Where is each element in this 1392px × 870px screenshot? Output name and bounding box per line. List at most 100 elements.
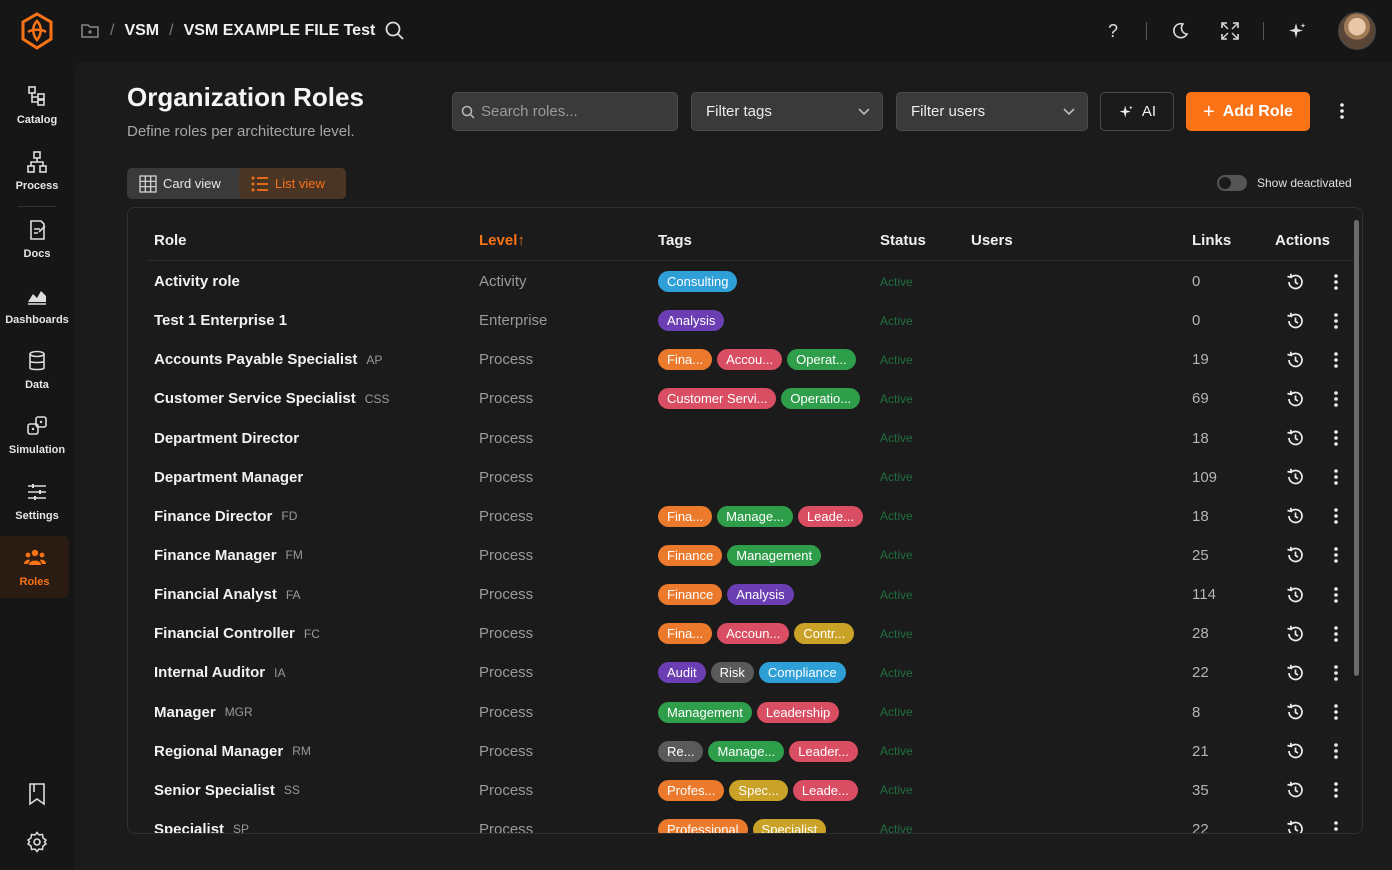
sidebar-item-dashboards[interactable]: Dashboards <box>0 274 74 336</box>
role-name[interactable]: Test 1 Enterprise 1 <box>154 301 287 340</box>
table-row[interactable]: Department Manager Process Active 109 <box>128 458 1348 497</box>
table-row[interactable]: Finance Manager FM Process Finance Managemen… <box>128 536 1348 575</box>
more-options-icon[interactable] <box>1327 653 1345 692</box>
show-deactivated-toggle[interactable] <box>1217 175 1247 191</box>
column-header-tags[interactable]: Tags <box>658 232 692 249</box>
sidebar-item-data[interactable]: Data <box>0 339 74 401</box>
tag-badge[interactable]: Leadership <box>756 701 840 723</box>
role-name[interactable]: Activity role <box>154 262 240 301</box>
role-name[interactable]: Manager MGR <box>154 693 253 732</box>
scrollbar[interactable] <box>1354 220 1359 676</box>
more-options-icon[interactable] <box>1327 693 1345 732</box>
role-name[interactable]: Specialist SP <box>154 810 249 833</box>
table-row[interactable]: Financial Controller FC Process Fina... Acco… <box>128 614 1348 653</box>
sparkle-icon[interactable] <box>1280 14 1314 48</box>
tag-badge[interactable]: Operatio... <box>781 388 861 410</box>
tag-badge[interactable]: Management <box>658 701 752 723</box>
tag-badge[interactable]: Manage... <box>708 740 785 762</box>
more-options-icon[interactable] <box>1330 98 1354 124</box>
tag-badge[interactable]: Consulting <box>658 271 738 292</box>
filter-users-select[interactable]: Filter users <box>896 92 1088 131</box>
tag-badge[interactable]: Operat... <box>787 349 856 371</box>
table-row[interactable]: Financial Analyst FA Process Finance Analysi… <box>128 575 1348 614</box>
more-options-icon[interactable] <box>1327 301 1345 340</box>
role-name[interactable]: Financial Controller FC <box>154 614 320 653</box>
more-options-icon[interactable] <box>1327 732 1345 771</box>
more-options-icon[interactable] <box>1327 379 1345 418</box>
role-name[interactable]: Department Manager <box>154 458 303 497</box>
history-icon[interactable] <box>1284 340 1306 379</box>
more-options-icon[interactable] <box>1327 810 1345 833</box>
tag-badge[interactable]: Spec... <box>729 779 788 801</box>
more-options-icon[interactable] <box>1327 340 1345 379</box>
table-row[interactable]: Manager MGR Process Management Leadership Act… <box>128 693 1348 732</box>
history-icon[interactable] <box>1284 262 1306 301</box>
search-icon[interactable] <box>384 20 406 42</box>
history-icon[interactable] <box>1284 771 1306 810</box>
column-header-status[interactable]: Status <box>880 232 926 249</box>
tag-badge[interactable]: Leader... <box>789 740 858 762</box>
bookmark-icon[interactable] <box>24 781 50 807</box>
more-options-icon[interactable] <box>1327 262 1345 301</box>
sidebar-item-simulation[interactable]: Simulation <box>0 404 74 466</box>
table-row[interactable]: Activity role Activity Consulting Active 0 <box>128 262 1348 301</box>
search-input[interactable] <box>481 103 671 120</box>
help-icon[interactable]: ? <box>1096 14 1130 48</box>
table-row[interactable]: Specialist SP Process Professional Specialis… <box>128 810 1348 833</box>
table-row[interactable]: Department Director Process Active 18 <box>128 419 1348 458</box>
history-icon[interactable] <box>1284 693 1306 732</box>
tag-badge[interactable]: Fina... <box>658 623 713 645</box>
history-icon[interactable] <box>1284 575 1306 614</box>
role-name[interactable]: Department Director <box>154 419 299 458</box>
history-icon[interactable] <box>1284 810 1306 833</box>
history-icon[interactable] <box>1284 497 1306 536</box>
column-header-level[interactable]: Level↑ <box>479 232 525 249</box>
sidebar-item-roles[interactable]: Roles <box>0 536 69 598</box>
history-icon[interactable] <box>1284 536 1306 575</box>
tag-badge[interactable]: Contr... <box>794 623 855 645</box>
more-options-icon[interactable] <box>1327 536 1345 575</box>
app-logo-icon[interactable] <box>20 12 54 50</box>
more-options-icon[interactable] <box>1327 575 1345 614</box>
table-row[interactable]: Customer Service Specialist CSS Process Cus… <box>128 379 1348 418</box>
history-icon[interactable] <box>1284 379 1306 418</box>
tag-badge[interactable]: Analysis <box>727 584 794 606</box>
tag-badge[interactable]: Finance <box>658 544 723 566</box>
tag-badge[interactable]: Analysis <box>658 310 725 332</box>
tag-badge[interactable]: Accou... <box>717 349 783 371</box>
history-icon[interactable] <box>1284 458 1306 497</box>
column-header-links[interactable]: Links <box>1192 232 1231 249</box>
tag-badge[interactable]: Re... <box>658 740 704 762</box>
column-header-users[interactable]: Users <box>971 232 1013 249</box>
role-name[interactable]: Customer Service Specialist CSS <box>154 379 389 418</box>
history-icon[interactable] <box>1284 653 1306 692</box>
role-name[interactable]: Accounts Payable Specialist AP <box>154 340 382 379</box>
role-name[interactable]: Internal Auditor IA <box>154 653 285 692</box>
tag-badge[interactable]: Leade... <box>792 779 858 801</box>
tag-badge[interactable]: Manage... <box>717 505 793 527</box>
tag-badge[interactable]: Customer Servi... <box>658 388 777 410</box>
avatar[interactable] <box>1338 12 1376 50</box>
gear-icon[interactable] <box>24 829 50 855</box>
history-icon[interactable] <box>1284 301 1306 340</box>
role-name[interactable]: Finance Manager FM <box>154 536 303 575</box>
tag-badge[interactable]: Fina... <box>658 505 713 527</box>
ai-button[interactable]: AI <box>1100 92 1174 131</box>
table-row[interactable]: Regional Manager RM Process Re... Manage... L… <box>128 732 1348 771</box>
sidebar-item-process[interactable]: Process <box>0 140 74 202</box>
history-icon[interactable] <box>1284 614 1306 653</box>
history-icon[interactable] <box>1284 419 1306 458</box>
role-name[interactable]: Financial Analyst FA <box>154 575 300 614</box>
more-options-icon[interactable] <box>1327 614 1345 653</box>
card-view-button[interactable]: Card view <box>127 168 239 199</box>
list-view-button[interactable]: List view <box>239 168 346 199</box>
tag-badge[interactable]: Risk <box>710 662 754 684</box>
folder-icon[interactable] <box>80 22 100 40</box>
search-box[interactable] <box>452 92 678 131</box>
tag-badge[interactable]: Specialist <box>752 818 827 833</box>
tag-badge[interactable]: Profes... <box>658 779 725 801</box>
role-name[interactable]: Finance Director FD <box>154 497 297 536</box>
table-row[interactable]: Test 1 Enterprise 1 Enterprise Analysis Act… <box>128 301 1348 340</box>
more-options-icon[interactable] <box>1327 419 1345 458</box>
tag-badge[interactable]: Audit <box>658 662 706 684</box>
